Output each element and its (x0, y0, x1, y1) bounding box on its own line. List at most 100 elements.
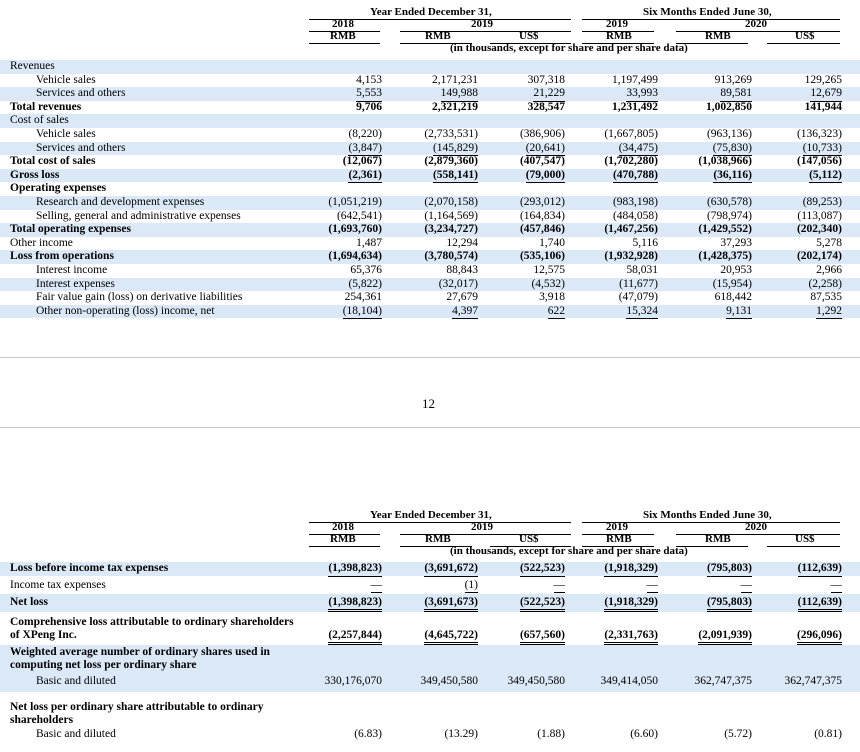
cell: (2,258) (808, 277, 842, 290)
cell: (1,918,329) (604, 596, 658, 613)
row-label: Cost of sales (10, 114, 69, 127)
cell: (1,932,928) (604, 250, 658, 263)
cell: (4,532) (531, 277, 565, 290)
cell: (145,829) (432, 142, 478, 157)
table-row: Basic and diluted 330,176,070 349,450,58… (0, 672, 860, 692)
cell: (558,141) (432, 169, 478, 184)
table-row: Revenues (0, 60, 860, 74)
table-row: Research and development expenses (1,051… (0, 195, 860, 210)
row-label: Weighted average number of ordinary shar… (10, 645, 270, 671)
cell: (642,541) (336, 210, 382, 225)
table-row: Total revenues 9,706 2,321,219 328,547 1… (0, 100, 860, 116)
row-label: Vehicle sales (36, 73, 96, 86)
cell: 618,442 (714, 291, 752, 304)
cell: (15,954) (712, 277, 752, 290)
row-label: Services and others (36, 141, 126, 154)
cell: (113,087) (797, 210, 842, 225)
cell: (795,803) (706, 596, 752, 613)
cell: 349,414,050 (600, 674, 659, 687)
table-row: Gross loss (2,361) (558,141) (79,000) (4… (0, 168, 860, 184)
cell: 2,966 (816, 263, 842, 276)
currency-col-5: RMB (705, 533, 731, 545)
table-row: Net loss (1,398,823) (3,691,673) (522,52… (0, 593, 860, 613)
row-label: Net loss (10, 595, 49, 608)
cell: 141,944 (804, 101, 842, 116)
cell: 1,292 (816, 305, 842, 320)
cell: (12,067) (342, 155, 382, 170)
cell: (8,220) (348, 127, 382, 140)
cell: 362,747,375 (784, 674, 843, 687)
row-label: Selling, general and administrative expe… (36, 209, 241, 222)
cell: (47,079) (618, 291, 658, 304)
cell: (89,253) (802, 195, 842, 208)
six-months-2019: 2019 (606, 18, 628, 30)
cell: 4,397 (452, 305, 478, 320)
cell: 9,131 (726, 305, 752, 320)
table-row (0, 692, 860, 700)
cell: 2,321,219 (432, 101, 478, 116)
cell: (202,174) (796, 250, 842, 263)
table-row: Interest income 65,376 88,843 12,575 58,… (0, 264, 860, 278)
cell: (164,834) (519, 210, 565, 225)
year-2018: 2018 (332, 18, 354, 30)
currency-col-2: RMB (425, 533, 451, 545)
row-label: Services and others (36, 87, 126, 100)
table2-header: Year Ended December 31, Six Months Ended… (0, 509, 860, 561)
six-months-2020: 2020 (745, 18, 767, 30)
row-label: Total cost of sales (10, 155, 96, 168)
table-row: Loss from operations (1,694,634) (3,780,… (0, 250, 860, 264)
cell: (484,058) (612, 210, 658, 225)
cell: 149,988 (440, 87, 478, 102)
units-note: (in thousands, except for share and per … (450, 42, 688, 54)
cell: (20,641) (525, 142, 565, 157)
currency-col-1: RMB (330, 30, 356, 42)
cell: 1,002,850 (706, 101, 752, 116)
cell: 129,265 (804, 73, 842, 86)
cell: (2,070,158) (424, 195, 478, 208)
cell: (112,639) (797, 596, 842, 613)
cell: (522,523) (519, 562, 565, 577)
row-label: Loss before income tax expenses (10, 562, 169, 574)
cell: (1.88) (537, 727, 565, 740)
cell: (983,198) (612, 195, 658, 208)
cell: (5,112) (809, 169, 842, 184)
six-months-2020: 2020 (745, 521, 767, 533)
cell: (3,847) (348, 142, 382, 157)
cell: — (830, 579, 842, 594)
cell: (1,051,219) (328, 195, 382, 208)
cell: 87,535 (810, 291, 842, 304)
cell: (112,639) (797, 562, 842, 577)
table-row: Fair value gain (loss) on derivative lia… (0, 291, 860, 305)
row-label: Basic and diluted (36, 727, 116, 740)
six-months-heading: Six Months Ended June 30, (643, 6, 772, 18)
cell: (147,056) (796, 155, 842, 170)
row-label: Total revenues (10, 100, 82, 113)
cell: 88,843 (446, 263, 478, 276)
cell: (1,918,329) (604, 562, 658, 577)
cell: (386,906) (519, 127, 565, 140)
table-row: Interest expenses (5,822) (32,017) (4,53… (0, 277, 860, 292)
row-label: Income tax expenses (10, 578, 106, 591)
cell: (522,523) (519, 596, 565, 613)
row-label: Interest expenses (36, 277, 115, 290)
row-label: Interest income (36, 263, 108, 276)
cell: 27,679 (446, 291, 478, 304)
cell: 5,553 (356, 87, 382, 102)
income-statement-table: Revenues Vehicle sales 4,153 2,171,231 3… (0, 60, 860, 320)
cell: (34,475) (618, 142, 658, 157)
cell: 58,031 (626, 263, 658, 276)
cell: (2,331,763) (604, 629, 658, 646)
row-label: Fair value gain (loss) on derivative lia… (36, 291, 243, 304)
cell: 307,318 (527, 73, 565, 86)
cell: (535,106) (519, 250, 565, 263)
cell: (5.72) (724, 727, 752, 740)
currency-col-3: US$ (519, 30, 539, 42)
table-row: Services and others 5,553 149,988 21,229… (0, 87, 860, 102)
cell: 1,740 (539, 237, 565, 252)
cell: 330,176,070 (324, 674, 383, 687)
cell: (2,733,531) (424, 127, 478, 140)
cell: (407,547) (519, 155, 565, 170)
cell: (1,693,760) (328, 223, 382, 236)
cell: 349,450,580 (420, 674, 479, 687)
page-divider (0, 357, 860, 358)
